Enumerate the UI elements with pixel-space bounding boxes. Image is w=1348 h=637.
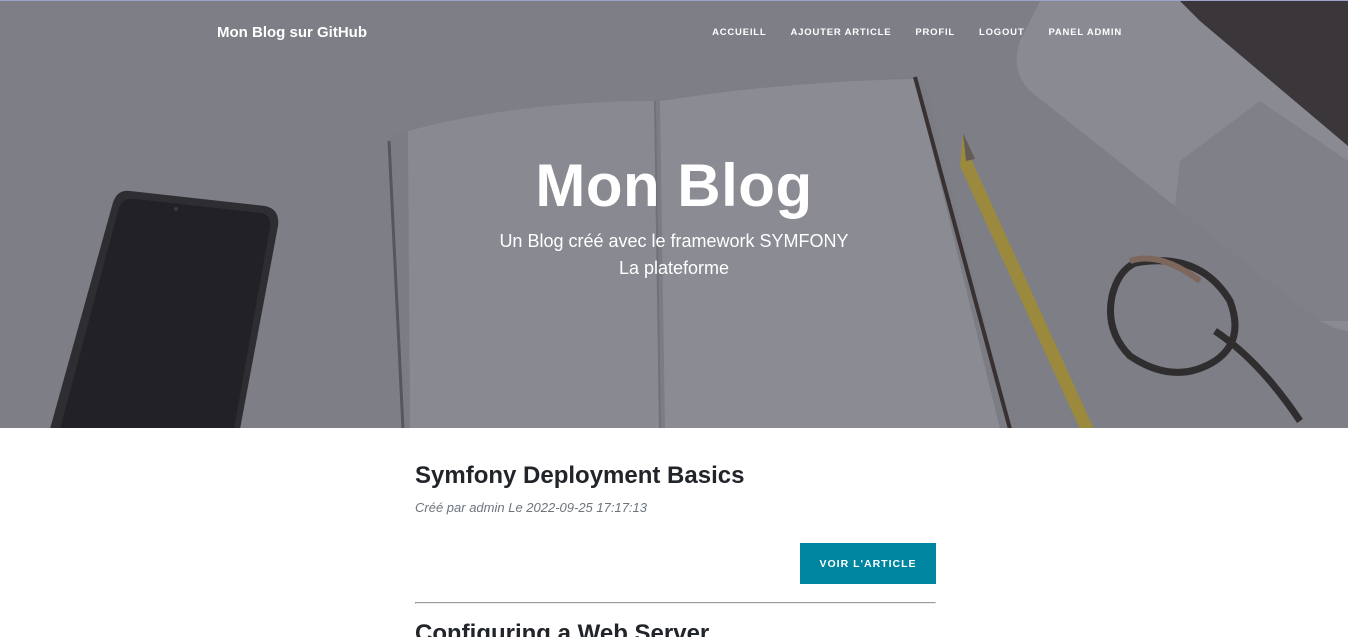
post-title[interactable]: Symfony Deployment Basics [415,462,744,490]
nav-link-ajouter-article[interactable]: AJOUTER ARTICLE [791,27,892,38]
post-meta: Créé par admin Le 2022-09-25 17:17:13 [415,500,647,515]
nav-link-accueil[interactable]: ACCUEILL [712,27,766,38]
hero-subtitle-line1: Un Blog créé avec le framework SYMFONY [499,231,849,251]
hero-subtitle-line2: La plateforme [618,258,730,278]
post-divider [415,602,936,604]
top-navbar: Mon Blog sur GitHub ACCUEILL AJOUTER ART… [0,1,1348,63]
nav-link-panel-admin[interactable]: PANEL ADMIN [1048,27,1122,38]
view-article-button[interactable]: VOIR L'ARTICLE [800,543,936,584]
post-title[interactable]: Configuring a Web Server [415,620,709,637]
nav-links: ACCUEILL AJOUTER ARTICLE PROFIL LOGOUT P… [688,27,1122,38]
hero-header: Mon Blog sur GitHub ACCUEILL AJOUTER ART… [0,0,1348,428]
nav-link-profil[interactable]: PROFIL [915,27,955,38]
site-brand-link[interactable]: Mon Blog sur GitHub [217,24,367,41]
hero-title: Mon Blog [535,152,813,219]
nav-link-logout[interactable]: LOGOUT [979,27,1024,38]
